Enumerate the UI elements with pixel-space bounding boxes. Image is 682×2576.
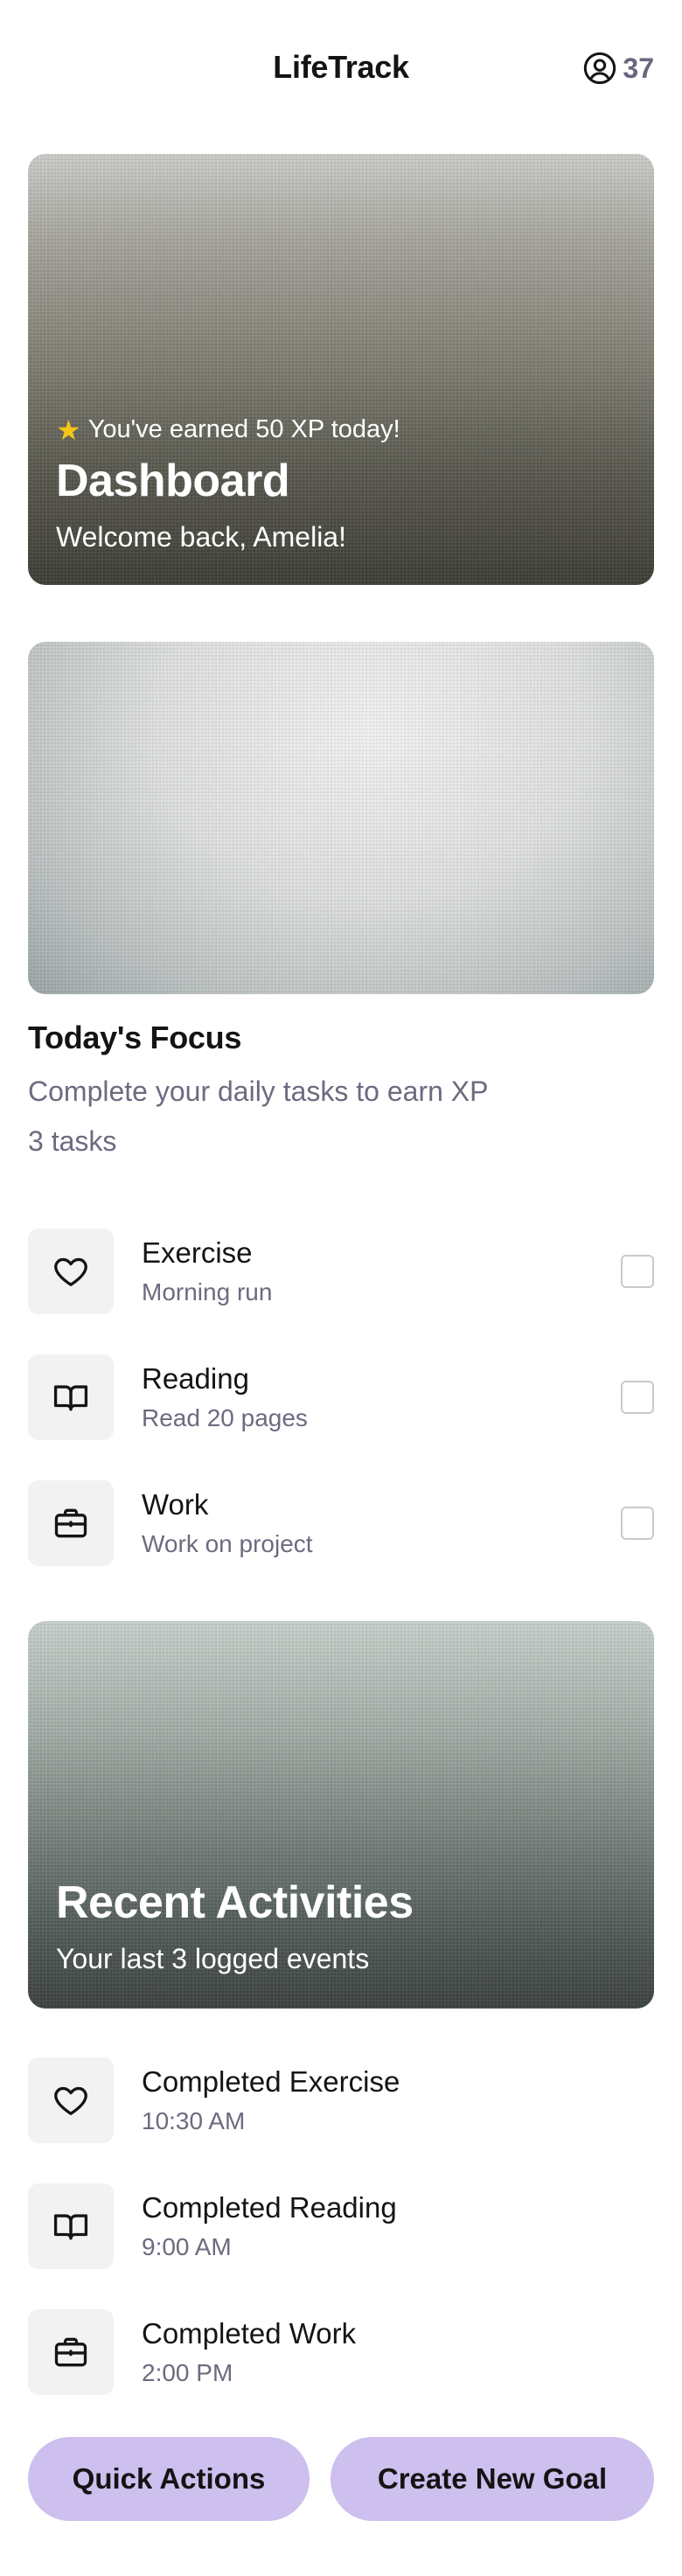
book-icon xyxy=(53,1385,88,1411)
dashboard-hero-card: ★ You've earned 50 XP today! Dashboard W… xyxy=(28,154,654,585)
activity-icon-box xyxy=(28,2309,114,2395)
task-icon-box xyxy=(28,1480,114,1566)
activity-title: Completed Reading xyxy=(142,2191,397,2224)
task-title: Reading xyxy=(142,1362,249,1395)
recent-activities-content: Recent Activities Your last 3 logged eve… xyxy=(56,1876,626,1975)
task-row[interactable]: Exercise Morning run xyxy=(28,1229,654,1314)
top-bar: LifeTrack 37 xyxy=(0,0,682,140)
focus-section-header: Today's Focus Complete your daily tasks … xyxy=(28,1020,654,1158)
briefcase-icon xyxy=(54,2337,87,2367)
heart-icon xyxy=(54,1257,87,1286)
activity-text: Completed Work 2:00 PM xyxy=(142,2317,654,2387)
xp-count: 37 xyxy=(623,52,654,84)
task-icon-box xyxy=(28,1354,114,1440)
activity-row[interactable]: Completed Work 2:00 PM xyxy=(28,2309,654,2395)
recent-activities-card: Recent Activities Your last 3 logged eve… xyxy=(28,1621,654,2009)
activity-row[interactable]: Completed Exercise 10:30 AM xyxy=(28,2057,654,2143)
task-text: Work Work on project xyxy=(142,1488,621,1558)
task-subtitle: Morning run xyxy=(142,1278,273,1305)
section-title: Today's Focus xyxy=(28,1020,242,1055)
heart-icon xyxy=(54,2086,87,2115)
task-text: Exercise Morning run xyxy=(142,1236,621,1306)
task-subtitle: Read 20 pages xyxy=(142,1404,308,1431)
task-subtitle: Work on project xyxy=(142,1530,313,1557)
activity-time: 2:00 PM xyxy=(142,2359,233,2386)
task-title: Work xyxy=(142,1488,209,1521)
app-title: LifeTrack xyxy=(273,49,409,85)
lifetrack-page: LifeTrack 37 ★ You've earned 50 XP today… xyxy=(0,0,682,2576)
xp-earned-text: You've earned 50 XP today! xyxy=(87,415,400,443)
briefcase-icon xyxy=(54,1508,87,1538)
task-text: Reading Read 20 pages xyxy=(142,1362,621,1432)
task-title: Exercise xyxy=(142,1236,253,1269)
dashboard-title: Dashboard xyxy=(56,456,290,506)
card-texture xyxy=(28,642,654,994)
xp-earned-message: ★ You've earned 50 XP today! xyxy=(56,415,626,444)
task-checkbox[interactable] xyxy=(621,1255,654,1288)
activity-title: Completed Work xyxy=(142,2317,357,2350)
book-icon xyxy=(53,2214,88,2240)
quick-actions-button[interactable]: Quick Actions xyxy=(28,2437,310,2521)
focus-image-card xyxy=(28,642,654,994)
welcome-message: Welcome back, Amelia! xyxy=(56,521,346,553)
activity-icon-box xyxy=(28,2183,114,2269)
task-icon-box xyxy=(28,1229,114,1314)
task-row[interactable]: Reading Read 20 pages xyxy=(28,1354,654,1440)
task-row[interactable]: Work Work on project xyxy=(28,1480,654,1566)
activity-title: Completed Exercise xyxy=(142,2065,400,2098)
user-circle-icon xyxy=(584,52,616,85)
recent-activities-subtitle: Your last 3 logged events xyxy=(56,1943,370,1974)
activity-time: 9:00 AM xyxy=(142,2233,232,2260)
profile-xp-chip[interactable]: 37 xyxy=(582,51,654,86)
task-count: 3 tasks xyxy=(28,1125,117,1157)
recent-activities-title: Recent Activities xyxy=(56,1877,414,1928)
activity-time: 10:30 AM xyxy=(142,2107,246,2134)
create-new-goal-button[interactable]: Create New Goal xyxy=(331,2437,654,2521)
star-icon: ★ xyxy=(56,414,81,446)
task-checkbox[interactable] xyxy=(621,1507,654,1540)
activity-icon-box xyxy=(28,2057,114,2143)
section-description: Complete your daily tasks to earn XP xyxy=(28,1076,489,1107)
dashboard-hero-content: ★ You've earned 50 XP today! Dashboard W… xyxy=(56,415,626,553)
activity-text: Completed Exercise 10:30 AM xyxy=(142,2065,654,2135)
activity-text: Completed Reading 9:00 AM xyxy=(142,2191,654,2261)
activity-row[interactable]: Completed Reading 9:00 AM xyxy=(28,2183,654,2269)
task-checkbox[interactable] xyxy=(621,1381,654,1414)
